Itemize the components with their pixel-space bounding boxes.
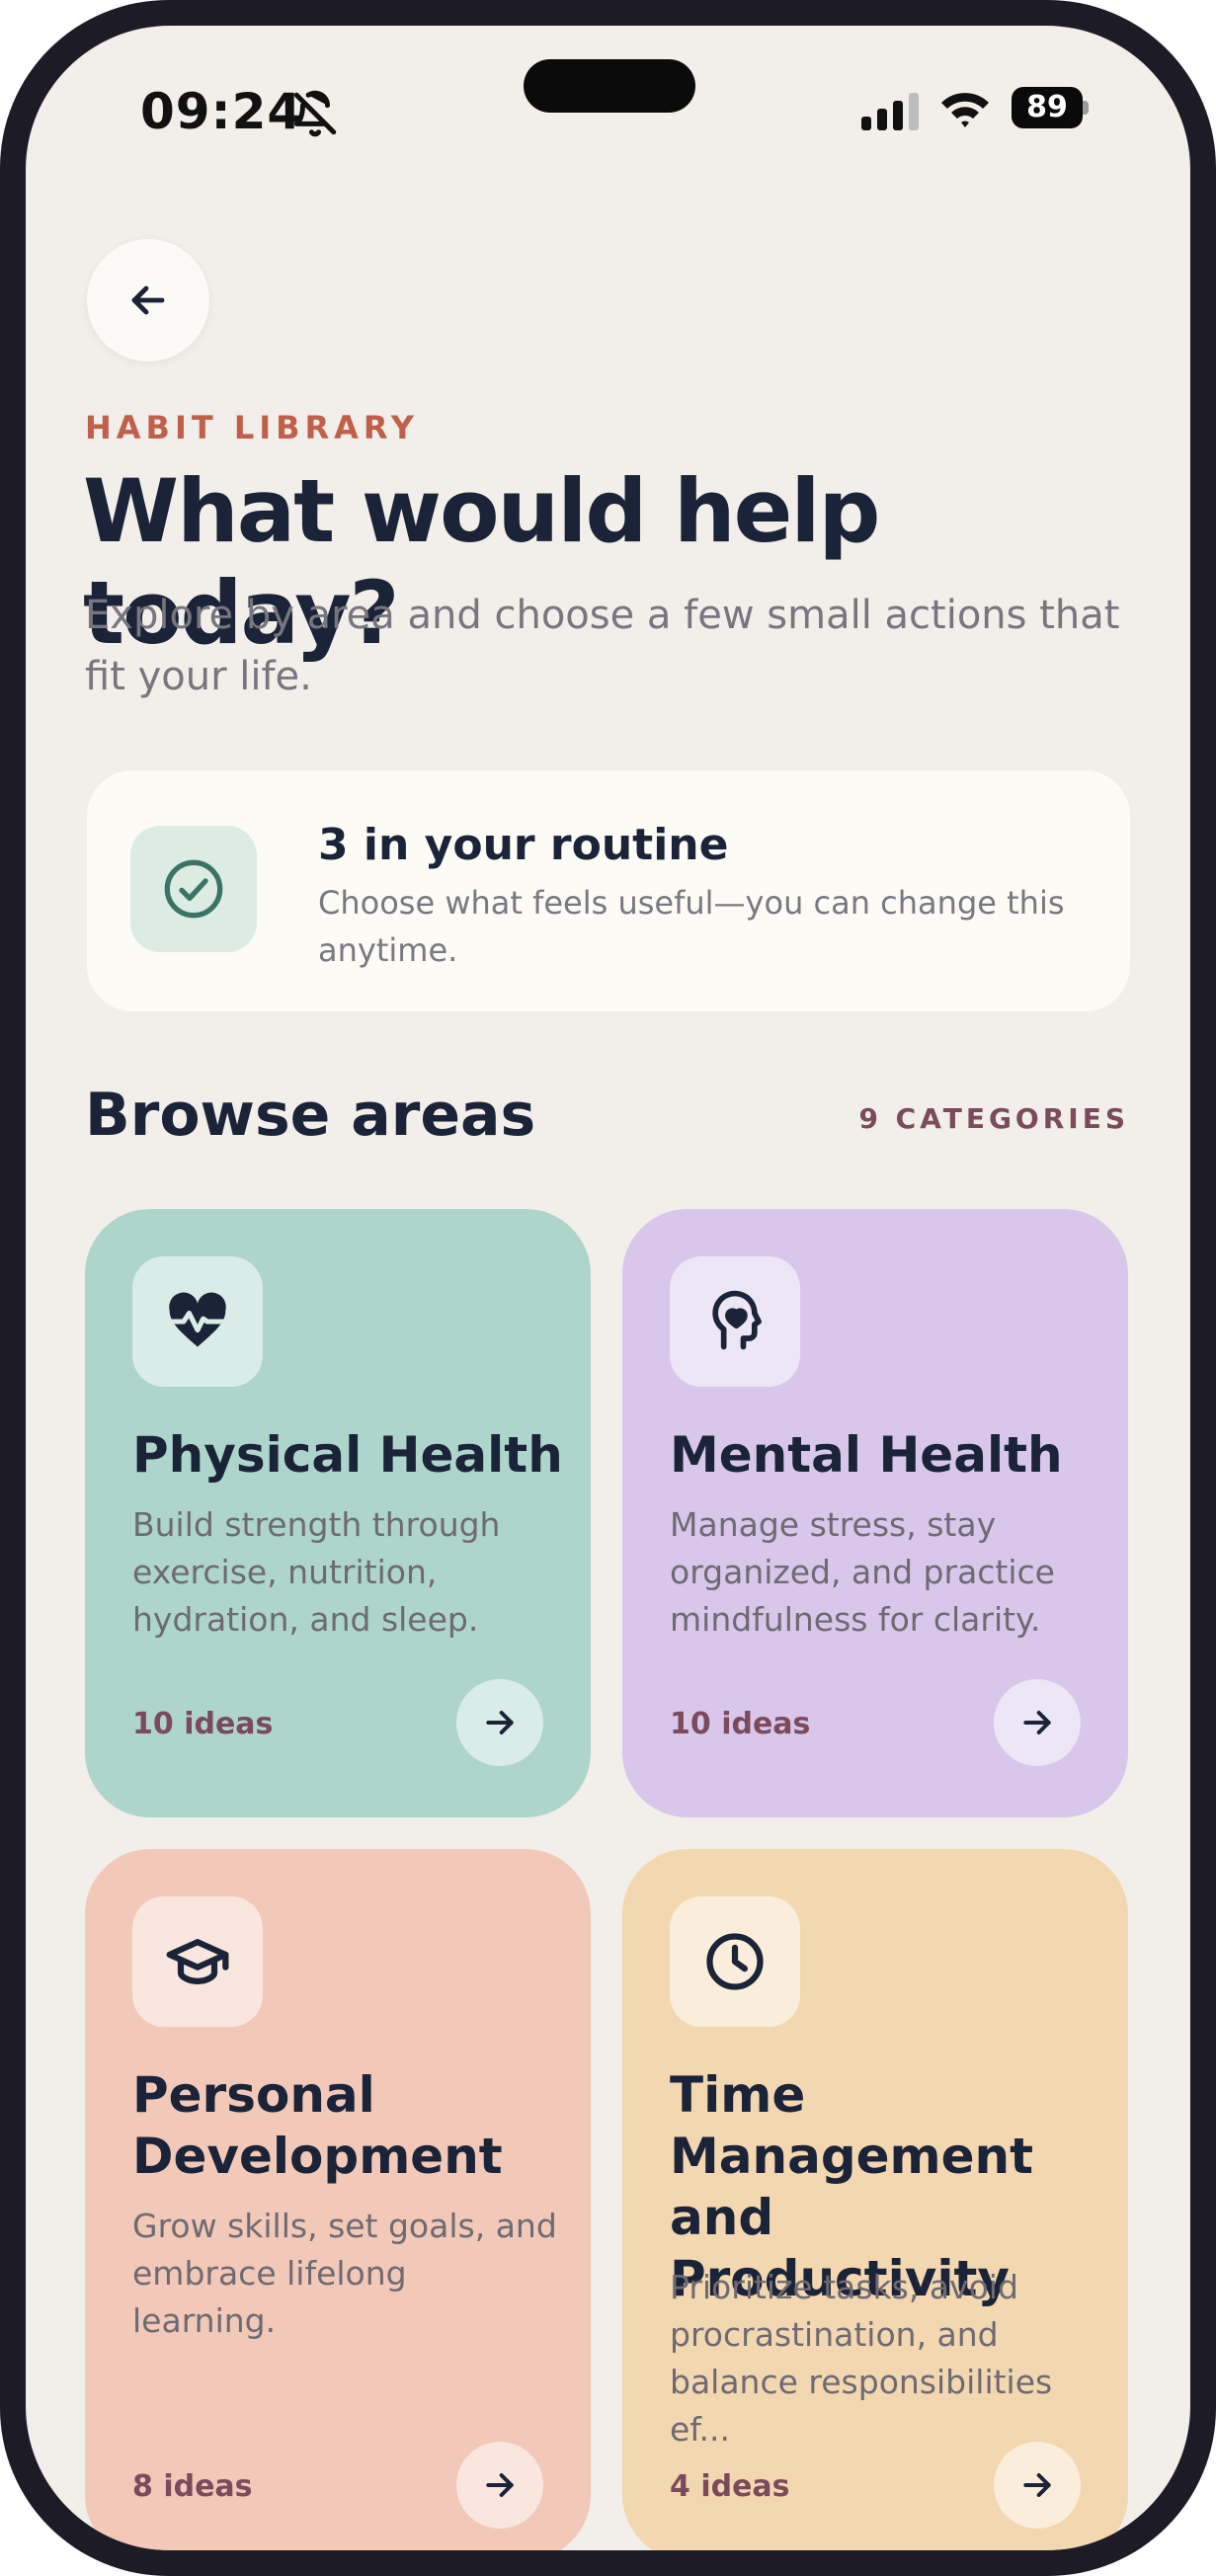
category-ideas-count: 10 ideas [132,1707,274,1741]
section-title: Browse areas [85,1081,536,1150]
category-ideas-count: 8 ideas [132,2469,253,2504]
clock-icon [706,1933,764,1990]
routine-description: Choose what feels useful—you can change … [318,884,1065,969]
category-ideas-count: 4 ideas [670,2469,790,2504]
category-description: Grow skills, set goals, and embrace life… [132,2207,557,2340]
category-icon-tile [132,1256,263,1387]
category-card-physical-health[interactable]: Physical Health Build strength through e… [85,1209,591,1817]
page-subtitle: Explore by area and choose a few small a… [85,593,1120,699]
category-title: Physical Health [132,1426,563,1484]
category-description: Manage stress, stay organized, and pract… [670,1505,1055,1639]
arrow-right-icon [1023,1711,1051,1734]
routine-icon-tile [130,826,257,952]
category-count: 9 CATEGORIES [858,1102,1129,1135]
category-card-mental-health[interactable]: Mental Health Manage stress, stay organi… [622,1209,1128,1817]
arrow-right-icon [486,1711,514,1734]
battery-nub [1083,101,1089,115]
app-screen: 09:24 89 HABIT LIBRARY What would help t… [26,26,1190,2550]
category-ideas-count: 10 ideas [670,1707,811,1741]
wifi-icon [941,93,989,127]
heartbeat-icon [167,1292,228,1347]
arrow-left-icon [131,285,165,315]
category-open-button[interactable] [456,1679,543,1766]
category-open-button[interactable] [994,1679,1081,1766]
battery-level: 89 [1012,87,1083,128]
routine-summary-card[interactable]: 3 in your routine Choose what feels usef… [87,770,1130,1011]
category-icon-tile [132,1896,263,2027]
eyebrow-label: HABIT LIBRARY [85,409,419,446]
category-icon-tile [670,1256,800,1387]
category-card-personal-development[interactable]: Personal Development Grow skills, set go… [85,1849,591,2550]
arrow-right-icon [1023,2473,1051,2497]
category-description: Prioritize tasks, avoid procrastination,… [670,2268,1053,2449]
check-circle-icon [164,859,223,919]
cellular-signal-icon [861,93,919,130]
category-open-button[interactable] [456,2442,543,2529]
category-title: Personal Development [132,2066,503,2185]
arrow-right-icon [486,2473,514,2497]
category-card-time-management[interactable]: Time Management and Productivity Priorit… [622,1849,1128,2550]
status-time: 09:24 [140,83,303,140]
category-title: Mental Health [670,1426,1063,1484]
head-heart-icon [712,1290,762,1350]
routine-title: 3 in your routine [318,820,729,870]
bell-off-icon [293,90,337,137]
category-icon-tile [670,1896,800,2027]
back-button[interactable] [87,239,209,362]
dynamic-island [524,59,695,113]
battery-icon: 89 [1012,87,1089,128]
device-frame: 09:24 89 HABIT LIBRARY What would help t… [0,0,1216,2576]
graduation-cap-icon [166,1939,229,1984]
category-description: Build strength through exercise, nutriti… [132,1505,501,1639]
category-open-button[interactable] [994,2442,1081,2529]
